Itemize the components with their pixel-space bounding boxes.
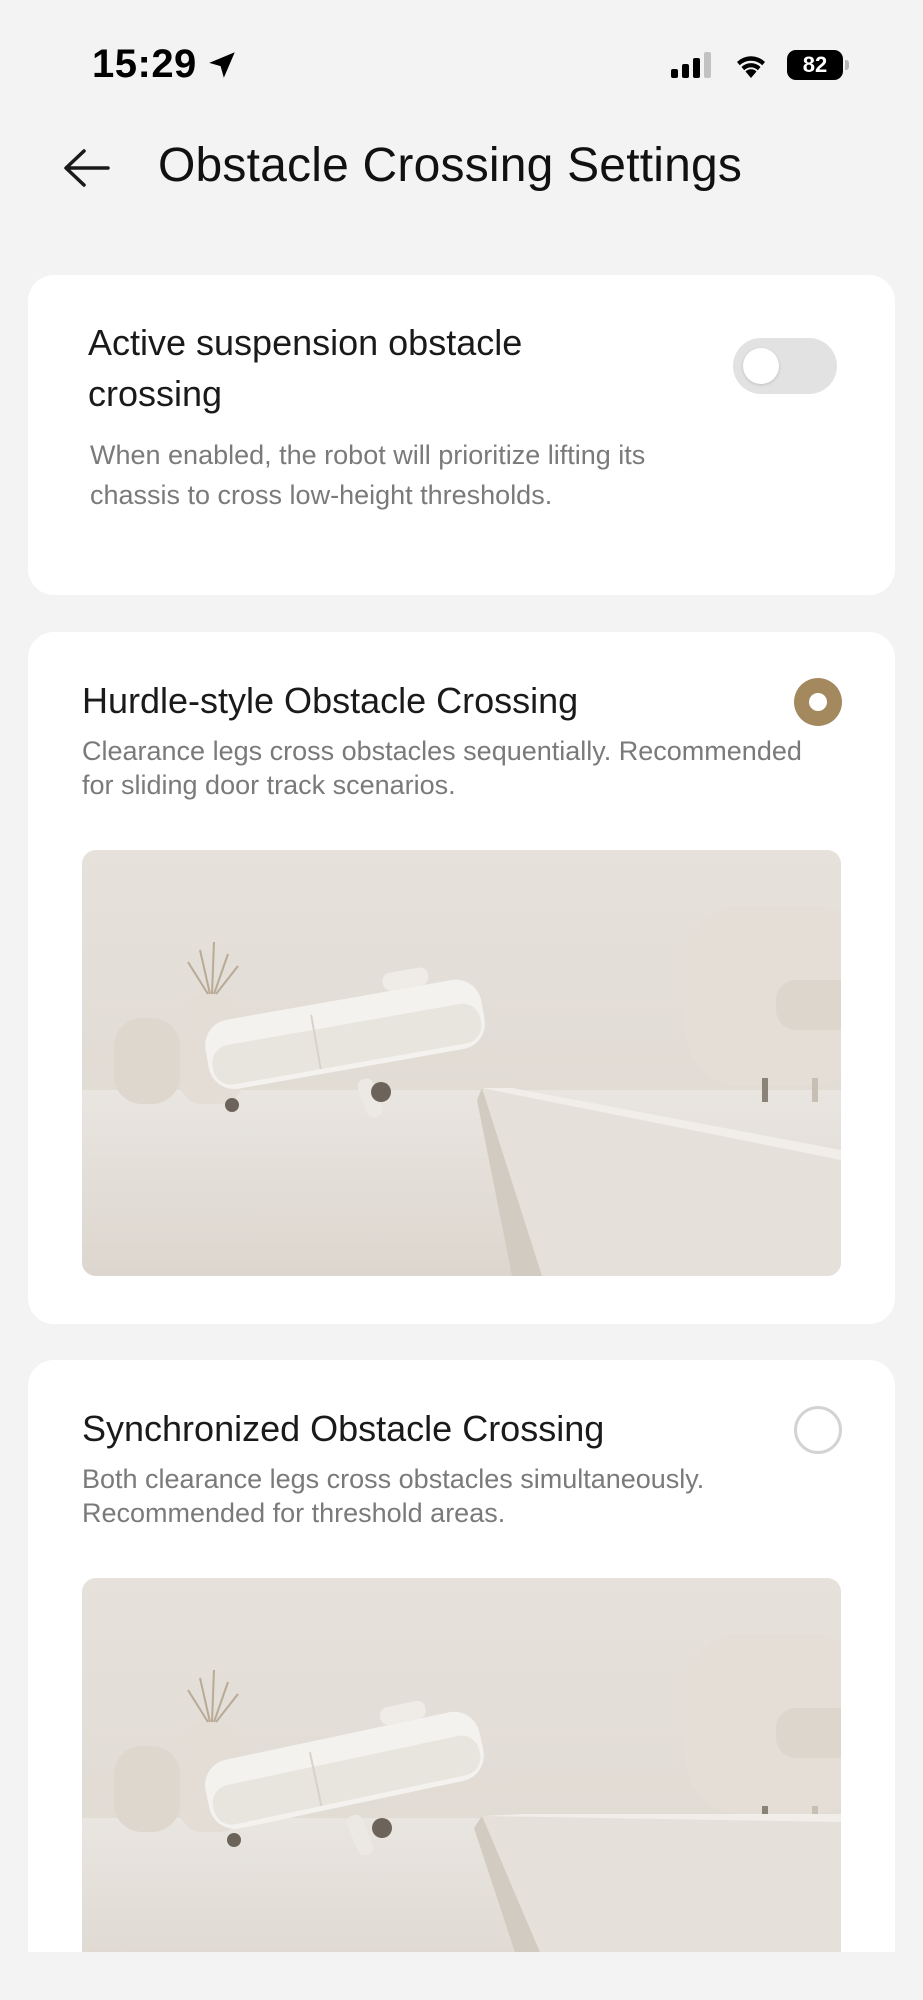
hurdle-style-description: Clearance legs cross obstacles sequentia… bbox=[82, 736, 802, 800]
hurdle-style-radio[interactable] bbox=[794, 678, 842, 726]
synchronized-description: Both clearance legs cross obstacles simu… bbox=[82, 1464, 705, 1528]
battery-level: 82 bbox=[802, 52, 828, 77]
status-icons: 82 bbox=[671, 50, 849, 80]
synchronized-title: Synchronized Obstacle Crossing bbox=[82, 1408, 605, 1449]
active-suspension-card: Active suspension obstacle crossing When… bbox=[28, 275, 895, 595]
status-bar: 15:29 82 bbox=[0, 0, 923, 120]
status-time-group: 15:29 bbox=[92, 42, 239, 87]
toggle-knob bbox=[743, 348, 779, 384]
page-title: Obstacle Crossing Settings bbox=[158, 139, 743, 192]
hurdle-style-option-card[interactable]: Hurdle-style Obstacle Crossing Clearance… bbox=[28, 632, 895, 1324]
header: Obstacle Crossing Settings bbox=[0, 120, 923, 220]
active-suspension-title: Active suspension obstacle crossing bbox=[88, 322, 523, 414]
bottom-background bbox=[0, 1952, 923, 2000]
synchronized-illustration bbox=[82, 1578, 841, 2000]
active-suspension-description: When enabled, the robot will prioritize … bbox=[90, 440, 646, 510]
synchronized-option-card[interactable]: Synchronized Obstacle Crossing Both clea… bbox=[28, 1360, 895, 2000]
hurdle-style-title: Hurdle-style Obstacle Crossing bbox=[82, 680, 579, 721]
hurdle-style-illustration bbox=[82, 850, 841, 1276]
screen: 15:29 82 Obstacle Crossing Settings Acti… bbox=[0, 0, 923, 2000]
synchronized-radio[interactable] bbox=[794, 1406, 842, 1454]
back-button[interactable] bbox=[58, 140, 114, 196]
arrow-left-icon bbox=[64, 149, 110, 187]
status-time: 15:29 bbox=[92, 42, 197, 86]
location-arrow-icon bbox=[209, 51, 235, 78]
cellular-signal-icon bbox=[671, 52, 711, 78]
active-suspension-toggle[interactable] bbox=[733, 338, 837, 394]
battery-icon: 82 bbox=[787, 50, 849, 80]
wifi-icon bbox=[737, 56, 765, 78]
